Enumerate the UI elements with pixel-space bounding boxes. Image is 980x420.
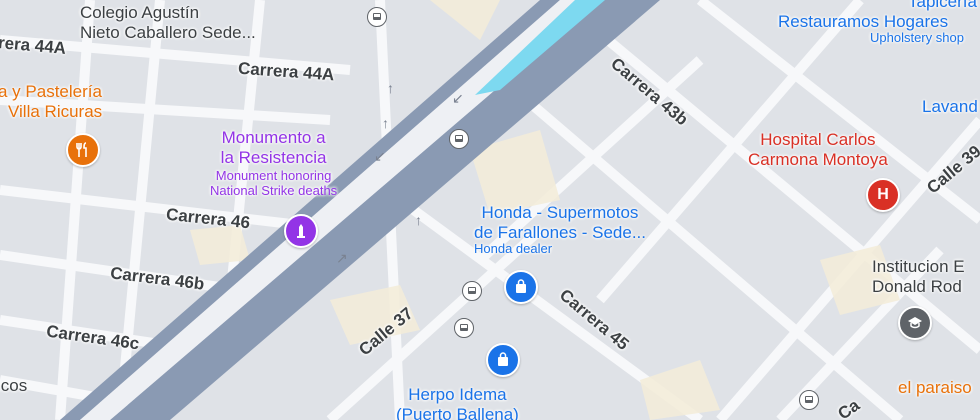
poi-name: el paraiso xyxy=(898,378,972,397)
restaurant-icon[interactable] xyxy=(66,133,100,167)
poi-monumento[interactable]: Monumento a la Resistencia Monument hono… xyxy=(210,128,337,199)
one-way-arrow-icon: ↑ xyxy=(387,80,394,96)
school-icon[interactable] xyxy=(898,306,932,340)
poi-institucion[interactable]: Institucion E Donald Rod xyxy=(872,257,965,296)
bus-stop-icon[interactable] xyxy=(799,390,819,410)
hospital-icon[interactable]: H xyxy=(866,178,900,212)
map-canvas[interactable]: ↑ ↑ ↙ ↙ ↗ ↑ rera 44A Carrera 44A Carrera… xyxy=(0,0,980,420)
poi-pasteleria[interactable]: a y Pastelería Villa Ricuras xyxy=(0,82,102,121)
monument-icon[interactable] xyxy=(284,214,318,248)
one-way-arrow-icon: ↙ xyxy=(374,148,386,164)
poi-name: de Farallones - Sede... xyxy=(474,222,646,242)
one-way-arrow-icon: ↗ xyxy=(336,250,348,266)
one-way-arrow-icon: ↑ xyxy=(382,115,389,131)
poi-description: Upholstery shop xyxy=(870,30,964,46)
poi-name: Villa Ricuras xyxy=(8,101,103,121)
shopping-bag-icon[interactable] xyxy=(486,343,520,377)
poi-name: Herpo Idema xyxy=(408,385,507,404)
poi-name: Institucion E xyxy=(872,257,965,276)
one-way-arrow-icon: ↙ xyxy=(452,90,464,106)
bus-stop-icon[interactable] xyxy=(454,318,474,338)
poi-description: National Strike deaths xyxy=(210,183,338,199)
poi-description: Honda dealer xyxy=(474,241,553,257)
poi-name: Nieto Caballero Sede... xyxy=(80,22,256,42)
poi-herpo[interactable]: Herpo Idema (Puerto Ballena) xyxy=(396,385,519,420)
poi-description: Monument honoring xyxy=(215,168,332,184)
poi-name: Honda - Supermotos xyxy=(481,203,639,222)
poi-name: Hospital Carlos xyxy=(760,130,876,149)
bus-stop-icon[interactable] xyxy=(449,129,469,149)
poi-name: icos xyxy=(0,376,28,395)
one-way-arrow-icon: ↑ xyxy=(415,212,422,228)
poi-name: Restauramos Hogares xyxy=(778,11,949,31)
poi-name: Carmona Montoya xyxy=(748,149,888,169)
poi-lavanderia[interactable]: Lavand xyxy=(922,97,978,117)
poi-hospital[interactable]: Hospital Carlos Carmona Montoya xyxy=(748,130,888,169)
poi-name: a y Pastelería xyxy=(0,82,102,101)
bus-stop-icon[interactable] xyxy=(367,7,387,27)
poi-tapiceria[interactable]: Tapicería Restauramos Hogares Upholstery… xyxy=(778,0,977,46)
poi-name: Monumento a xyxy=(221,128,326,147)
poi-name: (Puerto Ballena) xyxy=(396,404,519,420)
poi-name: Lavand xyxy=(922,97,978,116)
poi-colegio[interactable]: Colegio Agustín Nieto Caballero Sede... xyxy=(80,3,256,42)
poi-name: Tapicería xyxy=(908,0,977,11)
bus-stop-icon[interactable] xyxy=(462,281,482,301)
poi-paraiso[interactable]: el paraiso xyxy=(898,378,972,398)
poi-name: Donald Rod xyxy=(872,276,962,296)
shopping-bag-icon[interactable] xyxy=(504,270,538,304)
poi-cos[interactable]: icos xyxy=(0,376,27,396)
poi-name: la Resistencia xyxy=(220,147,327,167)
poi-name: Colegio Agustín xyxy=(80,3,200,22)
poi-honda[interactable]: Honda - Supermotos de Farallones - Sede.… xyxy=(474,203,646,257)
